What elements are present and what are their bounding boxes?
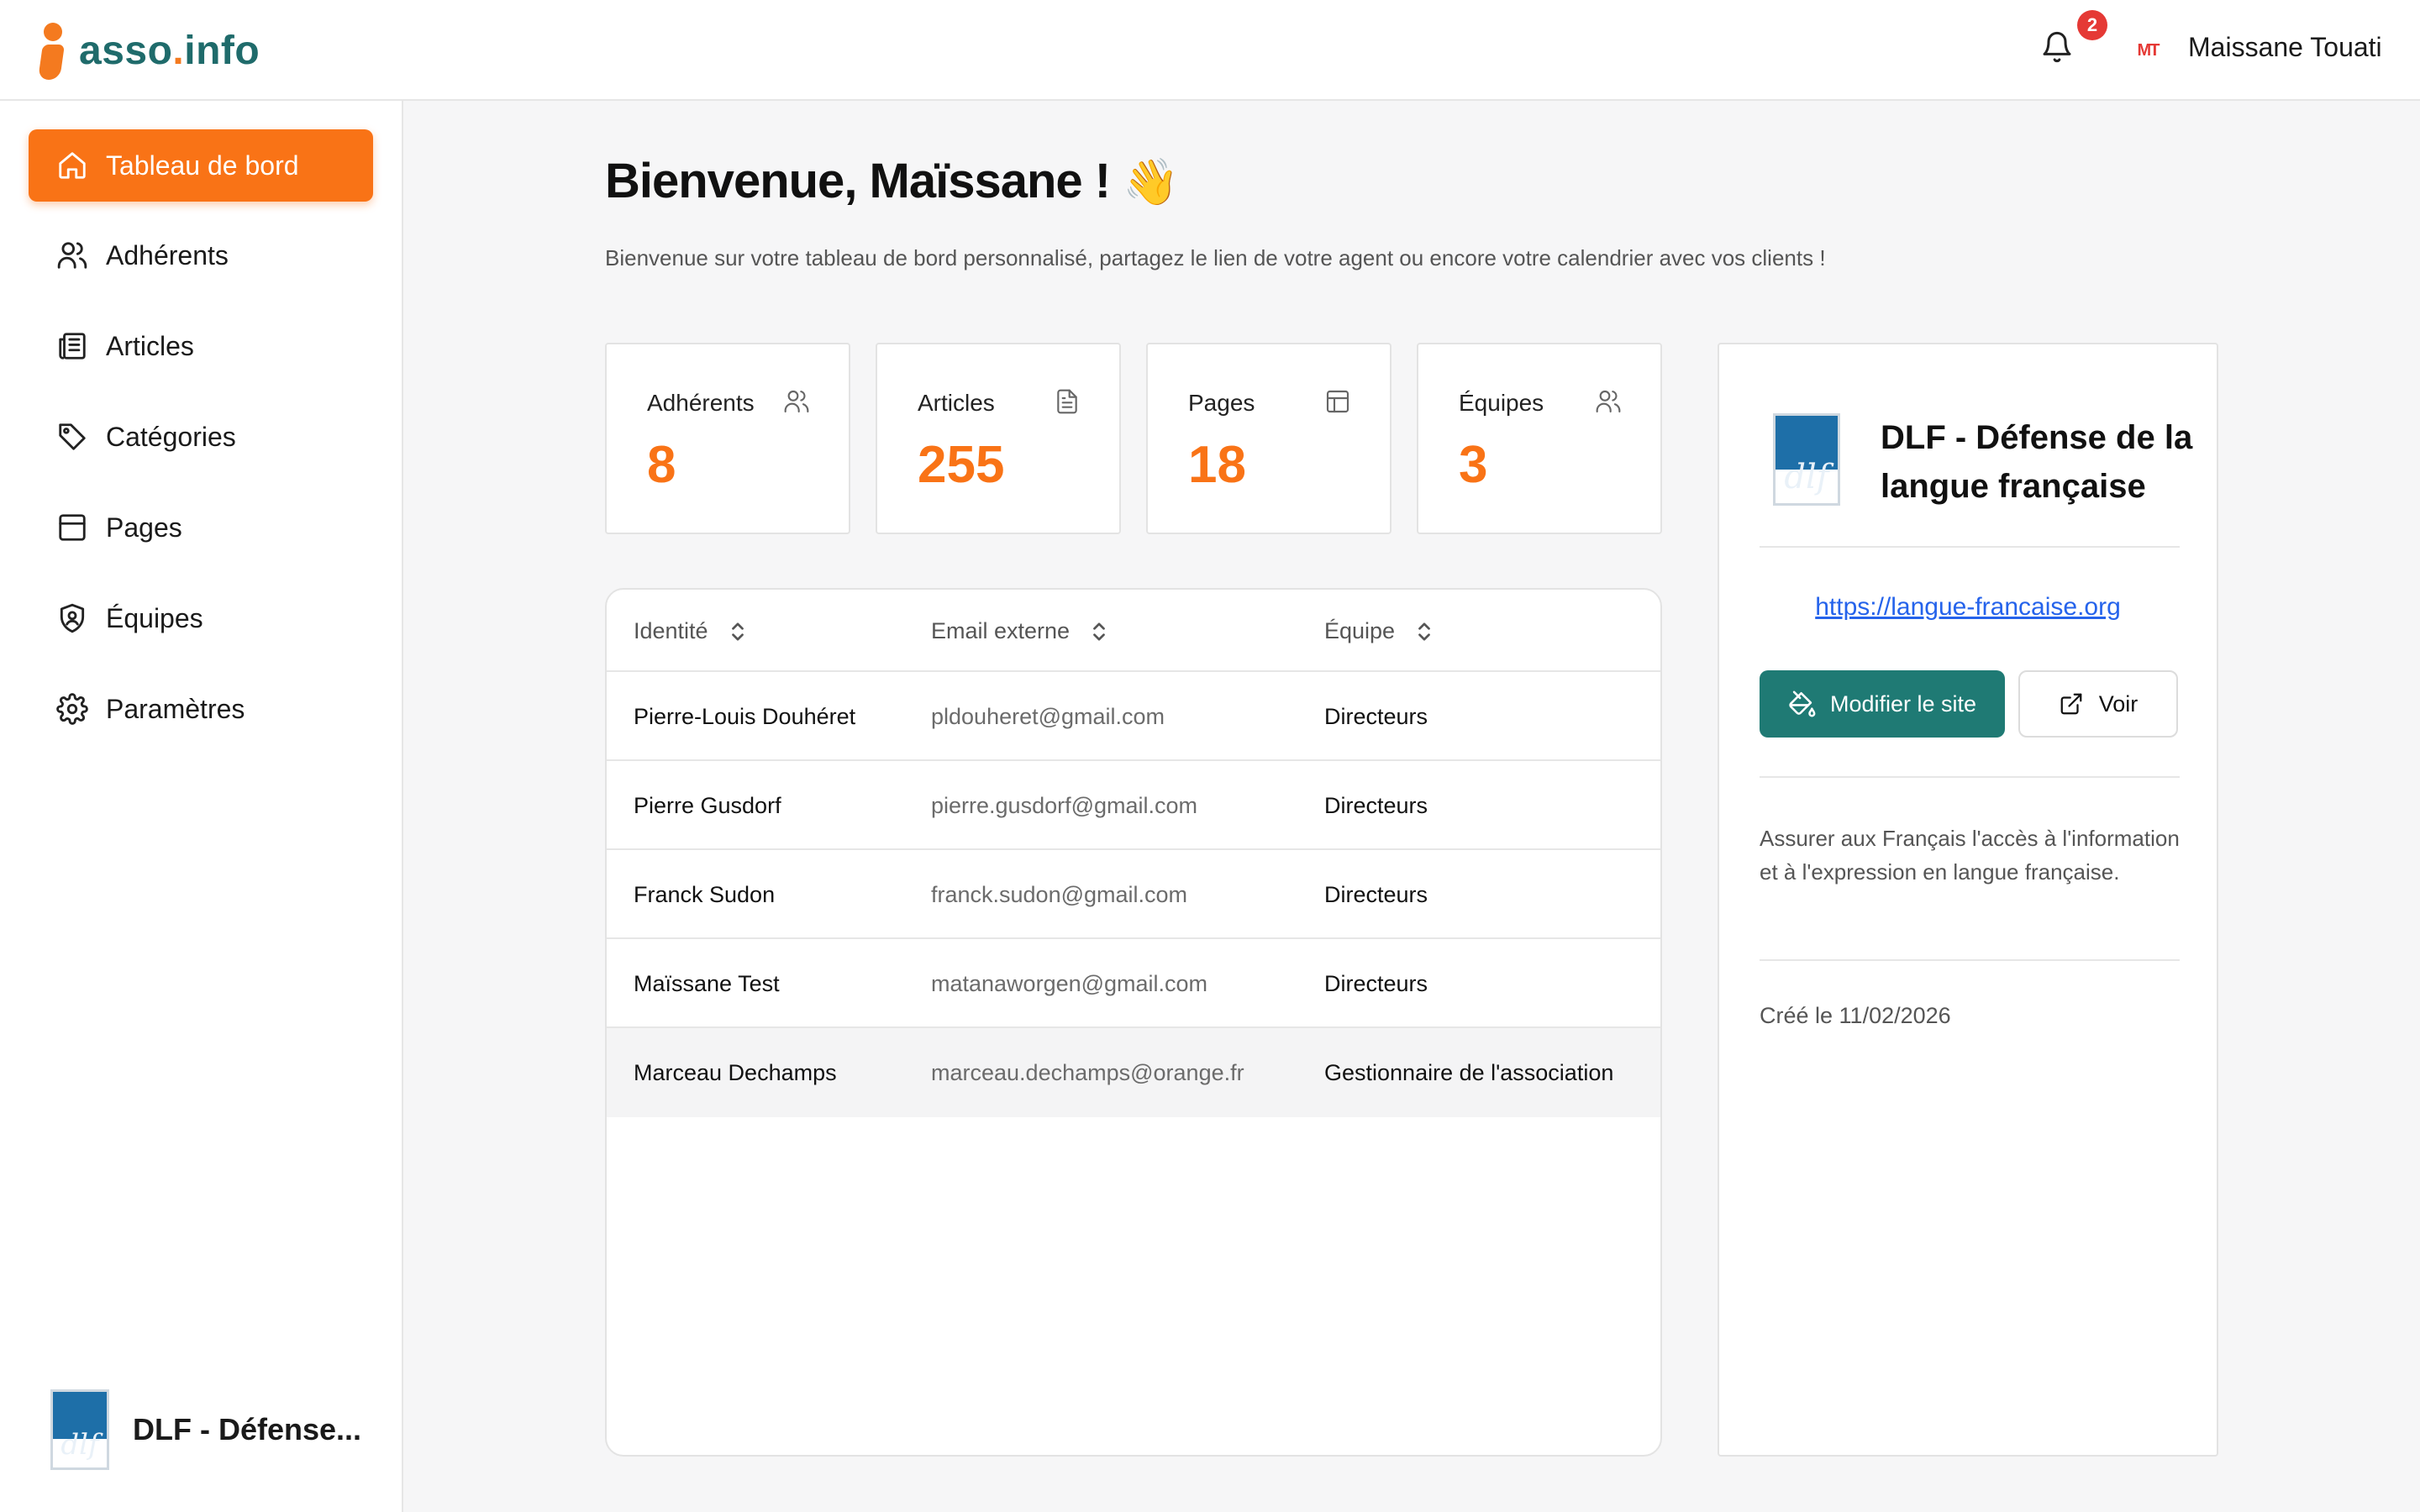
sidebar-item-articles[interactable]: Articles [29, 310, 373, 382]
view-site-button[interactable]: Voir [2018, 670, 2178, 738]
sidebar-item-teams[interactable]: Équipes [29, 582, 373, 654]
sidebar-item-label: Paramètres [106, 693, 245, 724]
users-icon [783, 388, 812, 417]
sort-icon [731, 622, 744, 641]
external-link-icon [2060, 693, 2082, 715]
sidebar-item-label: Articles [106, 330, 194, 361]
table-row[interactable]: Maïssane Test matanaworgen@gmail.com Dir… [607, 939, 1660, 1028]
organization-card: dlf DLF - Défense de la langue française… [1718, 343, 2218, 1457]
divider [1760, 776, 2180, 778]
notifications-button[interactable] [2040, 30, 2081, 71]
cell-team: Directeurs [1324, 882, 1428, 907]
sidebar-item-label: Catégories [106, 421, 236, 452]
sidebar-item-dashboard[interactable]: Tableau de bord [29, 129, 373, 202]
gear-icon [55, 692, 89, 726]
users-icon [55, 239, 89, 272]
cell-email: marceau.dechamps@orange.fr [931, 1060, 1244, 1085]
sort-icon [1418, 622, 1430, 641]
stat-label: Articles [918, 390, 995, 416]
table-row[interactable]: Pierre-Louis Douhéret pldouheret@gmail.c… [607, 672, 1660, 761]
table-header: Identité Email externe Équipe [607, 590, 1660, 672]
logo-i-icon [37, 21, 67, 80]
column-header-team[interactable]: Équipe [1324, 618, 1434, 644]
notification-count-badge: 2 [2077, 10, 2107, 40]
file-text-icon [1054, 388, 1082, 417]
column-header-email[interactable]: Email externe [931, 618, 1108, 644]
top-bar: asso.info 2 MT Maissane Touati [0, 0, 2420, 101]
organization-logo: dlf [1773, 413, 1840, 506]
column-header-identity[interactable]: Identité [634, 618, 747, 644]
stat-value: 18 [1188, 436, 1246, 494]
cell-identity: Marceau Dechamps [634, 1060, 837, 1085]
stat-value: 8 [647, 436, 676, 494]
organization-name: DLF - Défense... [133, 1412, 362, 1446]
sort-icon [1093, 622, 1105, 641]
divider [1760, 546, 2180, 548]
sidebar-item-members[interactable]: Adhérents [29, 219, 373, 291]
stat-label: Équipes [1459, 390, 1544, 416]
stat-label: Adhérents [647, 390, 755, 416]
cell-email: pldouheret@gmail.com [931, 704, 1165, 729]
table-row[interactable]: Franck Sudon franck.sudon@gmail.com Dire… [607, 850, 1660, 939]
cell-team: Directeurs [1324, 793, 1428, 818]
cell-email: pierre.gusdorf@gmail.com [931, 793, 1198, 818]
cell-team: Directeurs [1324, 971, 1428, 996]
sidebar-item-settings[interactable]: Paramètres [29, 673, 373, 745]
sidebar-item-label: Adhérents [106, 239, 229, 270]
cell-identity: Franck Sudon [634, 882, 776, 907]
newspaper-icon [55, 329, 89, 363]
organization-created-date: Créé le 11/02/2026 [1760, 1003, 1951, 1028]
users-icon [1595, 388, 1623, 417]
sidebar-item-label: Tableau de bord [106, 150, 299, 181]
stat-card-articles: Articles 255 [876, 343, 1121, 534]
stat-card-pages: Pages 18 [1146, 343, 1392, 534]
cell-team: Gestionnaire de l'association [1324, 1060, 1614, 1085]
app-logo[interactable]: asso.info [37, 17, 260, 84]
page-title: Bienvenue, Maïssane ! 👋 [605, 154, 1180, 208]
shield-user-icon [55, 601, 89, 635]
cell-team: Directeurs [1324, 704, 1428, 729]
cell-identity: Pierre Gusdorf [634, 793, 781, 818]
stat-label: Pages [1188, 390, 1255, 416]
table-row[interactable]: Marceau Dechamps marceau.dechamps@orange… [607, 1028, 1660, 1117]
cell-email: matanaworgen@gmail.com [931, 971, 1208, 996]
bell-icon [2040, 31, 2074, 67]
layout-icon [1324, 388, 1353, 417]
organization-website-link[interactable]: https://langue-francaise.org [1719, 593, 2217, 622]
divider [1760, 959, 2180, 961]
page-subtitle: Bienvenue sur votre tableau de bord pers… [605, 245, 1826, 270]
cell-identity: Pierre-Louis Douhéret [634, 704, 856, 729]
table-row[interactable]: Pierre Gusdorf pierre.gusdorf@gmail.com … [607, 761, 1660, 850]
sidebar-item-label: Pages [106, 512, 182, 543]
stat-value: 3 [1459, 436, 1488, 494]
stat-card-members: Adhérents 8 [605, 343, 850, 534]
avatar[interactable]: MT [2133, 37, 2163, 64]
organization-logo: dlf [50, 1389, 109, 1470]
user-name[interactable]: Maissane Touati [2188, 32, 2382, 63]
sidebar: Tableau de bord Adhérents Articles Catég… [0, 101, 403, 1512]
waving-hand-icon: 👋 [1123, 157, 1179, 207]
sidebar-item-categories[interactable]: Catégories [29, 401, 373, 473]
edit-site-label: Modifier le site [1829, 690, 1977, 717]
tag-icon [55, 420, 89, 454]
sidebar-item-pages[interactable]: Pages [29, 491, 373, 564]
logo-text: asso.info [79, 28, 260, 73]
stat-value: 255 [918, 436, 1005, 494]
home-icon [55, 149, 89, 182]
organization-title: DLF - Défense de la langue française [1881, 419, 2193, 505]
paint-bucket-icon [1789, 690, 1816, 717]
edit-site-button[interactable]: Modifier le site [1760, 670, 2005, 738]
sidebar-item-label: Équipes [106, 602, 203, 633]
view-site-label: Voir [2098, 690, 2139, 717]
organization-description: Assurer aux Français l'accès à l'informa… [1760, 826, 2180, 885]
cell-email: franck.sudon@gmail.com [931, 882, 1188, 907]
layout-icon [55, 511, 89, 544]
organization-switcher[interactable]: dlf DLF - Défense... [50, 1389, 361, 1470]
members-table: Identité Email externe Équipe Pierre-Lou… [605, 588, 1662, 1457]
cell-identity: Maïssane Test [634, 971, 780, 996]
stat-card-teams: Équipes 3 [1417, 343, 1662, 534]
